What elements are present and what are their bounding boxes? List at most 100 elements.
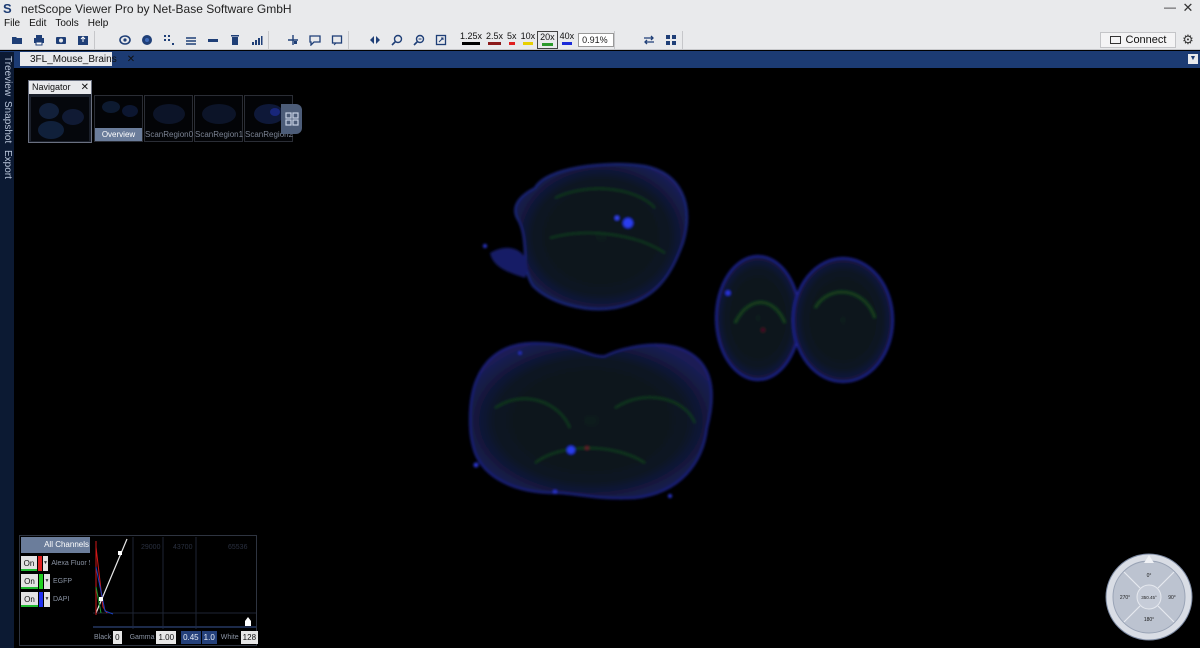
snapshot-button[interactable] xyxy=(50,31,72,49)
tissue-section-bottom xyxy=(468,341,713,500)
rotate-90-button[interactable]: 90° xyxy=(1168,595,1176,601)
delete-button[interactable] xyxy=(224,31,246,49)
mag-5x-button[interactable]: 5x xyxy=(505,31,519,49)
region-overview[interactable]: Overview xyxy=(94,95,143,142)
crosshair-icon xyxy=(288,35,298,45)
record-button[interactable] xyxy=(136,31,158,49)
zoom-percent-input[interactable]: 0.91% xyxy=(578,33,615,47)
mag-10x-button[interactable]: 10x xyxy=(519,31,538,49)
close-navigator-icon[interactable]: ✕ xyxy=(81,81,89,94)
region-thumbnail xyxy=(153,104,185,124)
zoom-out-icon xyxy=(413,34,425,46)
region-scanregion0[interactable]: ScanRegion0 xyxy=(144,95,193,142)
channel-list: All Channels On ▼ Alexa Fluor 5 On ▼ EGF… xyxy=(20,536,91,646)
region-grid-toggle[interactable] xyxy=(281,104,302,134)
grid-icon xyxy=(284,112,299,126)
histogram-tick: 65536 xyxy=(228,544,248,551)
mag-color-bar xyxy=(522,42,534,45)
white-point-handle[interactable] xyxy=(118,551,122,555)
mag-label: 40x xyxy=(559,31,575,41)
signal-button[interactable] xyxy=(246,31,268,49)
channel-toggle[interactable]: On xyxy=(21,574,38,589)
black-label: Black xyxy=(94,634,112,641)
mag-1-25x-button[interactable]: 1.25x xyxy=(458,31,484,49)
chevron-down-icon[interactable]: ▼ xyxy=(44,592,50,607)
channel-color-swatch[interactable] xyxy=(39,574,43,589)
region-button[interactable] xyxy=(326,31,348,49)
connect-label: Connect xyxy=(1125,34,1167,46)
channel-toggle[interactable]: On xyxy=(21,592,38,607)
region-label: Overview xyxy=(95,128,142,141)
comment-button[interactable] xyxy=(304,31,326,49)
fit-icon xyxy=(435,34,447,46)
ruler-button[interactable] xyxy=(202,31,224,49)
tissue-section-top xyxy=(483,163,688,311)
zoom-in-button[interactable] xyxy=(386,31,408,49)
sync-button[interactable] xyxy=(638,31,660,49)
channel-color-swatch[interactable] xyxy=(37,556,42,571)
sidebar-tab-snapshot[interactable]: Snapshot xyxy=(1,100,13,144)
menu-tools[interactable]: Tools xyxy=(55,18,78,29)
zoom-out-button[interactable] xyxy=(408,31,430,49)
menu-help[interactable]: Help xyxy=(88,18,109,29)
gear-icon[interactable]: ⚙ xyxy=(1180,32,1196,48)
white-value-input[interactable]: 128 xyxy=(240,631,259,644)
menu-file[interactable]: File xyxy=(4,18,20,29)
level-controls: Black 0 Gamma 1.00 0.45 1.0 White 128 xyxy=(91,629,259,646)
rotate-180-button[interactable]: 180° xyxy=(1144,617,1154,623)
rotate-0-button[interactable]: 0° xyxy=(1147,573,1152,579)
mag-2-5x-button[interactable]: 2.5x xyxy=(484,31,505,49)
menu-edit[interactable]: Edit xyxy=(29,18,46,29)
fit-view-button[interactable] xyxy=(430,31,452,49)
channel-row: On ▼ EGFP xyxy=(21,573,90,590)
histogram[interactable]: 29000 43700 65536 xyxy=(93,537,256,629)
toolbar-group-navigate: 1.25x 2.5x 5x 10x 20x 40x 0.91% xyxy=(364,31,616,49)
channel-toggle[interactable]: On xyxy=(21,556,37,571)
close-tab-icon[interactable]: ✕ xyxy=(127,54,135,65)
gamma-preset-button[interactable]: 1.0 xyxy=(201,631,217,644)
connect-button[interactable]: Connect xyxy=(1100,32,1176,48)
layers-button[interactable] xyxy=(180,31,202,49)
rotation-control[interactable]: 0° 90° 180° 270° 350.45° xyxy=(1104,552,1194,642)
layers-icon xyxy=(186,37,196,45)
tiles-icon xyxy=(666,35,676,45)
region-scanregion1[interactable]: ScanRegion1 xyxy=(194,95,243,142)
black-value-input[interactable]: 0 xyxy=(113,631,122,644)
zoom-in-icon xyxy=(391,34,403,46)
all-channels-button[interactable]: All Channels xyxy=(21,537,90,553)
document-tab-strip: 3FL_Mouse_Brains ✕ ▼ xyxy=(0,51,1200,66)
channel-color-swatch[interactable] xyxy=(39,592,43,607)
printer-icon xyxy=(34,35,44,46)
tile-view-button[interactable] xyxy=(660,31,682,49)
black-point-handle[interactable] xyxy=(99,597,103,601)
close-window-icon[interactable]: ✕ xyxy=(1180,0,1196,17)
camera-icon xyxy=(56,37,66,44)
flip-button[interactable] xyxy=(364,31,386,49)
toolbar: 1.25x 2.5x 5x 10x 20x 40x 0.91% Connect … xyxy=(0,30,1200,50)
gamma-value-input[interactable]: 1.00 xyxy=(156,631,177,644)
channel-name: Alexa Fluor 5 xyxy=(51,560,90,567)
gamma-preset-button[interactable]: 0.45 xyxy=(181,631,201,644)
crosshair-button[interactable] xyxy=(282,31,304,49)
minimize-icon[interactable]: — xyxy=(1162,0,1178,17)
eye-view-button[interactable] xyxy=(114,31,136,49)
open-folder-button[interactable] xyxy=(6,31,28,49)
navigator-thumbnail[interactable] xyxy=(31,97,89,141)
eye-icon xyxy=(119,35,131,45)
document-tab[interactable]: 3FL_Mouse_Brains ✕ xyxy=(20,52,135,66)
chevron-down-icon[interactable]: ▼ xyxy=(44,574,50,589)
target-icon xyxy=(142,35,152,45)
tab-list-dropdown-icon[interactable]: ▼ xyxy=(1188,54,1198,64)
channel-name: DAPI xyxy=(53,596,70,603)
rotate-270-button[interactable]: 270° xyxy=(1120,595,1130,601)
mag-color-bar xyxy=(509,42,515,45)
chevron-down-icon[interactable]: ▼ xyxy=(42,556,49,571)
export-image-button[interactable] xyxy=(72,31,94,49)
sidebar-tab-export[interactable]: Export xyxy=(1,146,13,182)
mag-label: 20x xyxy=(540,32,555,42)
grid-dots-button[interactable] xyxy=(158,31,180,49)
mag-40x-button[interactable]: 40x xyxy=(558,31,577,49)
print-button[interactable] xyxy=(28,31,50,49)
mag-20x-button[interactable]: 20x xyxy=(537,31,558,49)
sidebar-tab-treeview[interactable]: Treeview xyxy=(1,54,13,98)
